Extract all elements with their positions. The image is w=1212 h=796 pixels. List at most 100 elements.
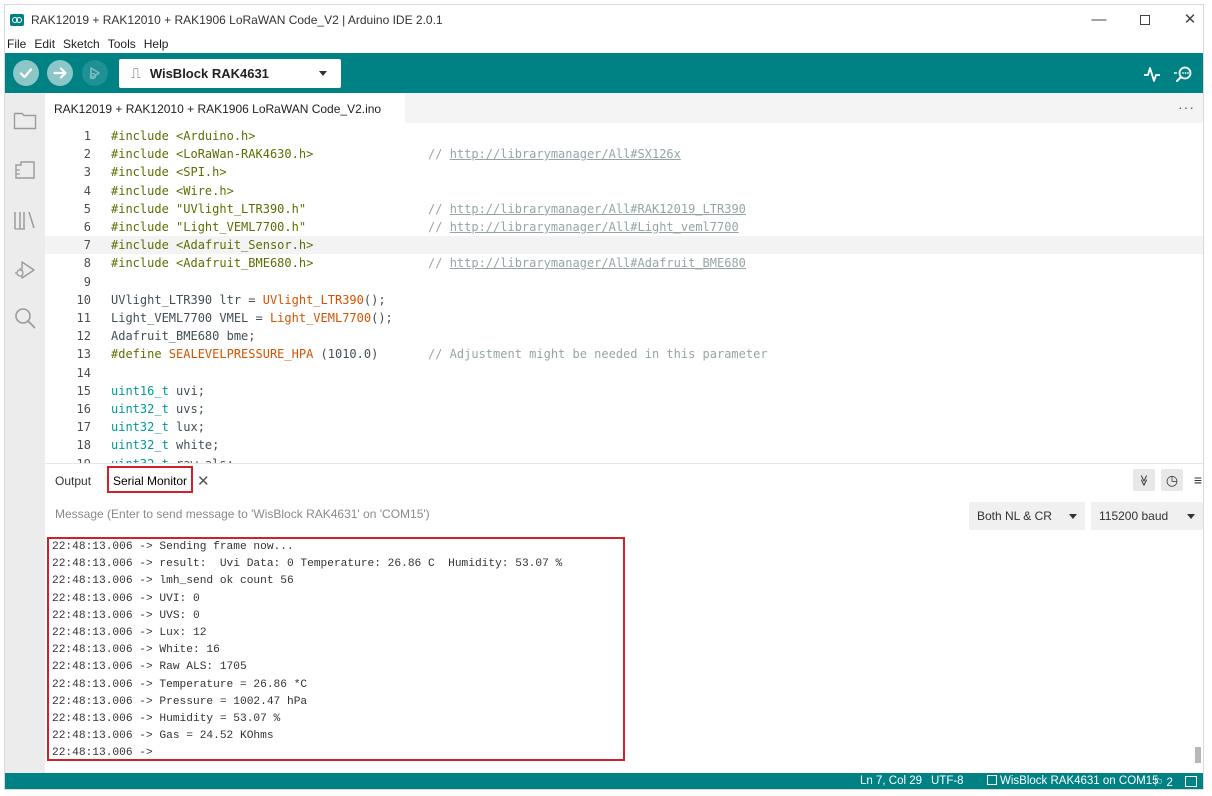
serial-message-input[interactable]: Message (Enter to send message to 'WisBl… xyxy=(55,507,430,521)
timestamp-button[interactable]: ◷ xyxy=(1161,469,1183,491)
code-line[interactable]: 2 #include <LoRaWan-RAK4630.h> // http://l… xyxy=(45,145,1203,163)
menu-file[interactable]: File xyxy=(7,37,26,51)
serial-scrollbar[interactable] xyxy=(1195,747,1201,763)
code-text: #define SEALEVELPRESSURE_HPA (1010.0) xyxy=(111,345,378,363)
code-line[interactable]: 5 #include "UVlight_LTR390.h" // http://li… xyxy=(45,200,1203,218)
code-line[interactable]: 16 uint32_t uvs; xyxy=(45,400,1203,418)
autoscroll-button[interactable]: ≫ xyxy=(1133,469,1155,491)
search-button[interactable] xyxy=(12,305,38,331)
serial-line: 22:48:13.006 -> Humidity = 53.07 % xyxy=(52,712,281,725)
code-line[interactable]: 19 uint32_t raw_als; xyxy=(45,455,1203,463)
boards-manager-icon xyxy=(15,161,35,179)
arduino-logo-icon xyxy=(10,14,24,26)
line-ending-select[interactable]: Both NL & CR xyxy=(969,502,1085,530)
minimize-button[interactable]: — xyxy=(1077,5,1121,35)
code-line[interactable]: 3 #include <SPI.h> xyxy=(45,163,1203,181)
boards-manager-button[interactable] xyxy=(12,157,38,183)
window-title: RAK12019 + RAK12010 + RAK1906 LoRaWAN Co… xyxy=(31,13,443,27)
menu-help[interactable]: Help xyxy=(144,37,169,51)
code-text: #include <LoRaWan-RAK4630.h> xyxy=(111,147,314,162)
code-line[interactable]: 18 uint32_t white; xyxy=(45,436,1203,454)
menu-sketch[interactable]: Sketch xyxy=(63,37,100,51)
line-number: 13 xyxy=(76,347,91,362)
double-chevron-down-icon: ≫ xyxy=(1137,474,1150,486)
serial-line: 22:48:13.006 -> xyxy=(52,747,153,760)
menu-edit[interactable]: Edit xyxy=(34,37,55,51)
serial-line: 22:48:13.006 -> result: Uvi Data: 0 Temp… xyxy=(52,558,563,571)
code-token: uint32_t xyxy=(111,438,169,453)
code-line[interactable]: 12 Adafruit_BME680 bme; xyxy=(45,327,1203,345)
code-token: (); xyxy=(363,292,386,307)
serial-message-bar: Message (Enter to send message to 'WisBl… xyxy=(45,499,1203,533)
tab-serial-monitor[interactable]: Serial Monitor xyxy=(107,466,194,493)
code-line[interactable]: 14 xyxy=(45,364,1203,382)
menu-tools[interactable]: Tools xyxy=(108,37,136,51)
code-text: #include <Adafruit_Sensor.h> xyxy=(111,238,314,253)
code-line[interactable]: 15 uint16_t uvi; xyxy=(45,382,1203,400)
baud-rate-select[interactable]: 115200 baud xyxy=(1091,502,1203,530)
bottom-panel-header: Output Serial Monitor ✕ ≫ ◷ ≡ xyxy=(45,463,1203,499)
board-selector[interactable]: ⎍ WisBlock RAK4631 xyxy=(119,59,341,88)
notifications-button[interactable]: ⚐ 2 xyxy=(1153,775,1173,789)
usb-icon: ⎍ xyxy=(131,65,141,81)
library-link[interactable]: http://librarymanager/All#RAK12019_LTR39… xyxy=(450,202,746,216)
comment-text: // xyxy=(428,147,450,162)
tab-output[interactable]: Output xyxy=(55,474,91,488)
cursor-position[interactable]: Ln 7, Col 29 xyxy=(860,775,922,787)
code-line[interactable]: 17 uint32_t lux; xyxy=(45,418,1203,436)
clear-output-button[interactable]: ≡ xyxy=(1187,469,1203,491)
file-encoding[interactable]: UTF-8 xyxy=(931,775,964,787)
close-icon[interactable]: ✕ xyxy=(197,472,210,490)
debug-panel-button[interactable] xyxy=(12,257,38,283)
serial-line: 22:48:13.006 -> lmh_send ok count 56 xyxy=(52,575,294,588)
serial-monitor-button[interactable] xyxy=(1173,63,1195,85)
menu-bar: File Edit Sketch Tools Help xyxy=(5,35,1203,53)
close-window-button[interactable]: ✕ xyxy=(1168,5,1203,35)
more-actions-button[interactable]: ··· xyxy=(1178,99,1195,115)
code-line[interactable]: 4 #include <Wire.h> xyxy=(45,182,1203,200)
code-line[interactable]: 6 #include "Light_VEML7700.h" // http://li… xyxy=(45,218,1203,236)
code-line[interactable]: 10 UVlight_LTR390 ltr = UVlight_LTR390(); xyxy=(45,291,1203,309)
serial-output: 22:48:13.006 -> Sending frame now... 22:4… xyxy=(47,537,625,761)
upload-icon xyxy=(53,67,67,79)
toolbar: ⎍ WisBlock RAK4631 xyxy=(5,53,1203,93)
code-text: uint16_t uvi; xyxy=(111,382,205,400)
library-link[interactable]: http://librarymanager/All#Adafruit_BME68… xyxy=(450,256,746,270)
library-manager-icon xyxy=(14,211,35,230)
tab-sketch-file[interactable]: RAK12019 + RAK12010 + RAK1906 LoRaWAN Co… xyxy=(45,93,405,123)
line-number: 7 xyxy=(83,238,91,253)
comment-text: // xyxy=(428,220,450,234)
comment-text: // xyxy=(428,256,450,271)
code-line[interactable]: 11 Light_VEML7700 VMEL = Light_VEML7700()… xyxy=(45,309,1203,327)
code-text: #include <Arduino.h> xyxy=(111,129,256,143)
code-line[interactable]: 9 xyxy=(45,273,1203,291)
code-editor[interactable]: 1 #include <Arduino.h> 2 #include <LoRaWan-… xyxy=(45,123,1203,463)
chevron-down-icon xyxy=(1187,514,1195,519)
code-text: Light_VEML7700 VMEL = Light_VEML7700(); xyxy=(111,309,393,327)
upload-button[interactable] xyxy=(47,60,73,86)
verify-button[interactable] xyxy=(13,60,39,86)
library-link[interactable]: http://librarymanager/All#Light_veml7700 xyxy=(450,220,739,234)
code-line[interactable]: 13 #define SEALEVELPRESSURE_HPA (1010.0) /… xyxy=(45,345,1203,363)
maximize-button[interactable] xyxy=(1123,5,1167,35)
arduino-ide-window: RAK12019 + RAK12010 + RAK1906 LoRaWAN Co… xyxy=(4,4,1204,790)
connected-board[interactable]: WisBlock RAK4631 on COM15 xyxy=(987,775,1159,787)
serial-line: 22:48:13.006 -> Sending frame now... xyxy=(52,541,294,553)
toggle-panel-icon[interactable] xyxy=(1185,776,1197,787)
library-manager-button[interactable] xyxy=(12,207,38,233)
serial-line: 22:48:13.006 -> Gas = 24.52 KOhms xyxy=(52,730,274,743)
serial-plotter-button[interactable] xyxy=(1141,63,1163,85)
library-link[interactable]: http://librarymanager/All#SX126x xyxy=(450,147,681,161)
debug-icon xyxy=(89,67,100,80)
serial-line: 22:48:13.006 -> UVI: 0 xyxy=(52,592,200,605)
code-line[interactable]: 8 #include <Adafruit_BME680.h> // http://l… xyxy=(45,254,1203,272)
sketchbook-button[interactable] xyxy=(12,107,38,133)
maximize-icon xyxy=(1140,15,1150,26)
code-text: uint32_t lux; xyxy=(111,418,205,436)
code-line[interactable]: 1 #include <Arduino.h> xyxy=(45,127,1203,145)
code-comment: // http://librarymanager/All#RAK12019_LT… xyxy=(428,200,746,218)
code-token: Light_VEML7700 xyxy=(269,311,372,325)
code-text: Adafruit_BME680 bme; xyxy=(111,329,256,344)
debug-button[interactable] xyxy=(82,60,108,86)
code-line[interactable]: 7 #include <Adafruit_Sensor.h> xyxy=(45,236,1203,255)
